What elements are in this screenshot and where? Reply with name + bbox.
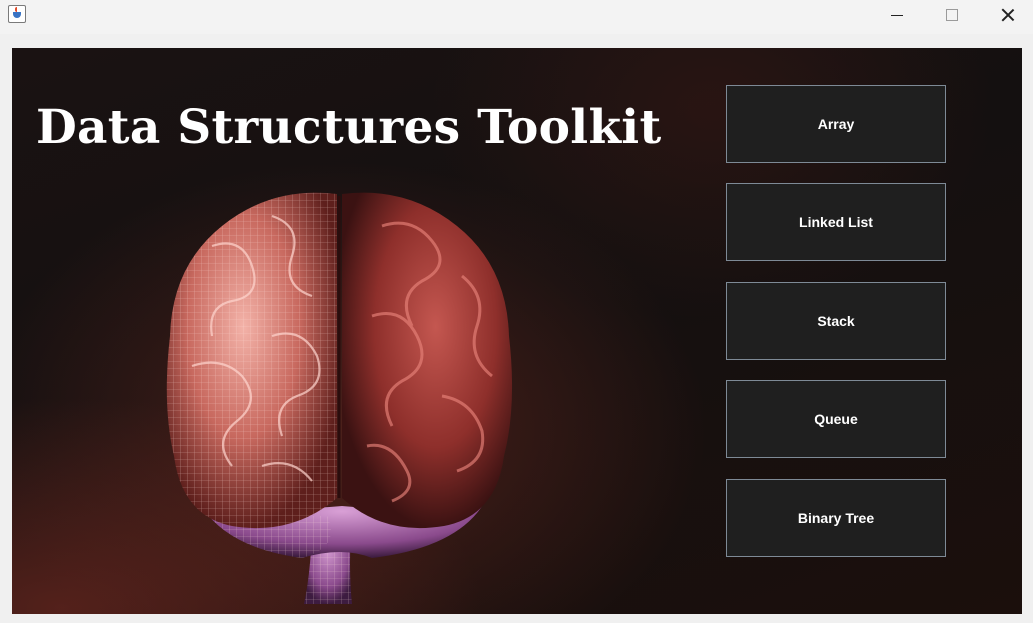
page-title: Data Structures Toolkit [36, 100, 662, 155]
stack-button[interactable]: Stack [726, 282, 946, 360]
close-icon [1001, 8, 1015, 22]
java-app-icon [8, 5, 26, 23]
binary-tree-button[interactable]: Binary Tree [726, 479, 946, 557]
minimize-icon [891, 14, 903, 16]
window-titlebar [0, 0, 1033, 34]
minimize-button[interactable] [874, 0, 920, 30]
maximize-button[interactable] [929, 0, 975, 30]
linked-list-button[interactable]: Linked List [726, 183, 946, 261]
brain-illustration [166, 192, 513, 604]
maximize-icon [946, 9, 958, 21]
queue-button[interactable]: Queue [726, 380, 946, 458]
main-panel: Data Structures Toolkit Array Linked Lis… [12, 48, 1022, 614]
close-button[interactable] [985, 0, 1031, 30]
array-button[interactable]: Array [726, 85, 946, 163]
